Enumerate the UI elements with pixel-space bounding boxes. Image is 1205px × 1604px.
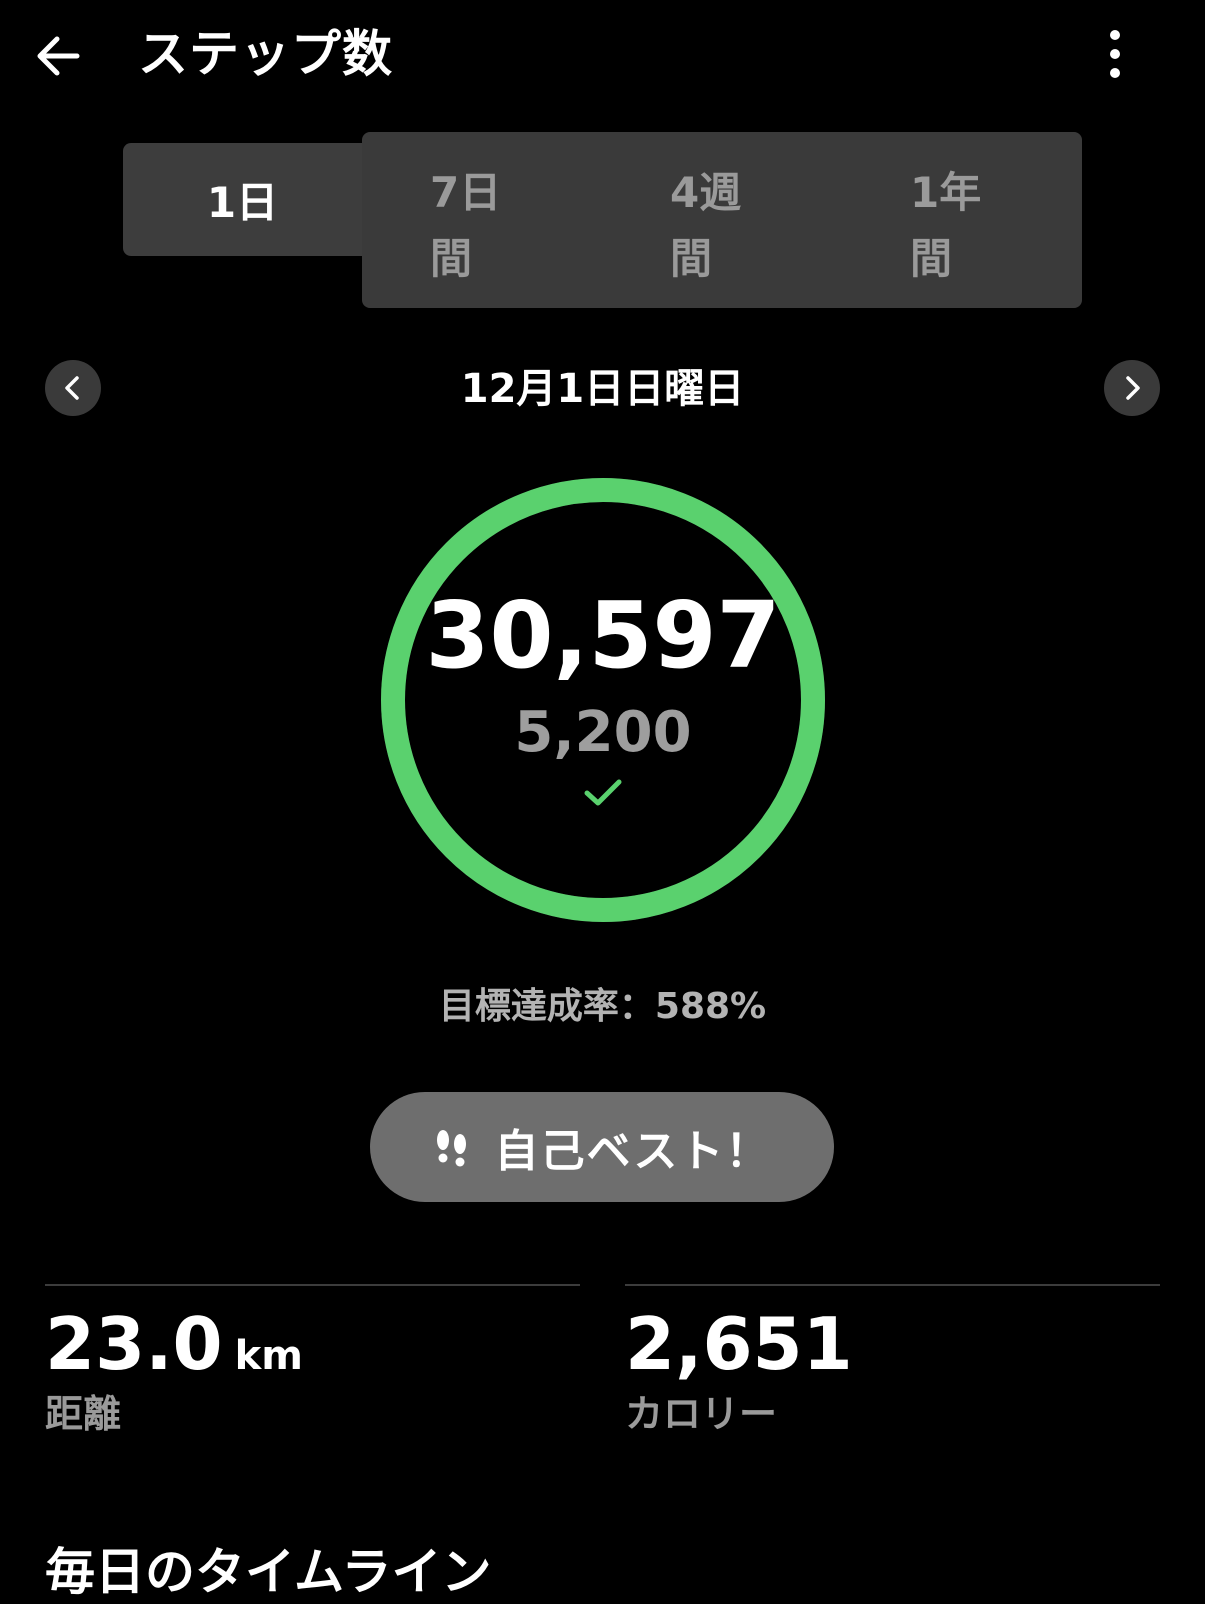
more-vertical-icon [1110, 30, 1120, 40]
more-vertical-icon-dot [1110, 49, 1120, 59]
tab-4-weeks[interactable]: 4週 間 [670, 160, 800, 292]
distance-label: 距離 [45, 1392, 122, 1436]
tab-7-days[interactable]: 7日 間 [430, 160, 560, 292]
tab-label: 7日 [430, 168, 502, 217]
tab-label: 4週 [670, 168, 742, 217]
check-icon [584, 779, 622, 806]
goal-achievement-rate: 目標達成率：588% [438, 986, 767, 1027]
daily-timeline-heading: 毎日のタイムライン [45, 1543, 492, 1601]
distance-stat[interactable]: 23.0 km [45, 1302, 303, 1398]
tab-1-day[interactable]: 1日 [123, 143, 362, 256]
back-button[interactable] [30, 28, 86, 84]
more-vertical-icon-dot [1110, 68, 1120, 78]
arrow-left-icon [37, 36, 80, 76]
previous-day-button[interactable] [45, 360, 101, 416]
tab-label: 間 [910, 234, 953, 283]
step-count: 30,597 [425, 582, 781, 689]
tab-label: 間 [670, 234, 713, 283]
step-goal: 5,200 [514, 700, 692, 765]
distance-unit: km [234, 1333, 303, 1379]
divider [45, 1284, 580, 1286]
page-title: ステップ数 [138, 25, 393, 83]
distance-value: 23.0 [45, 1302, 223, 1386]
tab-label: 1日 [206, 178, 279, 227]
calories-value[interactable]: 2,651 [625, 1302, 853, 1386]
divider [625, 1284, 1160, 1286]
more-options-button[interactable] [1098, 26, 1132, 82]
tab-label: 1年 [910, 168, 982, 217]
current-date: 12月1日日曜日 [460, 366, 745, 412]
chevron-left-icon [65, 376, 79, 400]
personal-best-label: 自己ベスト！ [494, 1126, 772, 1177]
tab-label: 間 [430, 234, 473, 283]
calories-label: カロリー [625, 1392, 778, 1436]
tab-1-year[interactable]: 1年 間 [910, 160, 1040, 292]
chevron-right-icon [1126, 376, 1140, 400]
next-day-button[interactable] [1104, 360, 1160, 416]
footprints-icon [436, 1130, 466, 1167]
personal-best-badge[interactable]: 自己ベスト！ [370, 1092, 834, 1202]
